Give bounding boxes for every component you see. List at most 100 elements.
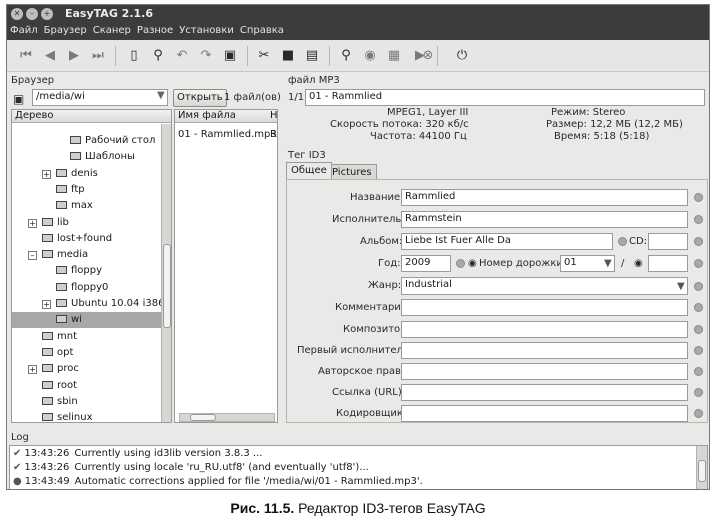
tree-item[interactable]: mnt: [12, 329, 161, 345]
tree-item[interactable]: lost+found: [12, 231, 161, 247]
menu-browser[interactable]: Браузер: [41, 23, 90, 36]
previous-file-icon[interactable]: ◀: [41, 47, 59, 65]
track-total-radio-icon[interactable]: ◉: [634, 258, 643, 269]
tree-item[interactable]: ftp: [12, 182, 161, 198]
tree-item[interactable]: selinux: [12, 410, 161, 422]
genre-select[interactable]: Industrial: [401, 277, 688, 295]
album-input[interactable]: Liebe Ist Fuer Alle Da: [401, 233, 613, 250]
tree-item[interactable]: Рабочий стол: [12, 133, 161, 149]
apply-genre-button[interactable]: [694, 282, 703, 291]
undo-icon[interactable]: ↶: [173, 47, 191, 65]
tree-item[interactable]: + Ubuntu 10.04 i386: [12, 296, 164, 312]
year-input[interactable]: 2009: [401, 255, 451, 272]
next-file-icon[interactable]: ▶: [65, 47, 83, 65]
expand-icon[interactable]: +: [28, 365, 37, 375]
tab-pictures[interactable]: Pictures: [327, 164, 377, 179]
home-folder-icon[interactable]: ▣: [13, 92, 24, 106]
apply-orig-artist-button[interactable]: [694, 346, 703, 355]
track-dropdown-icon[interactable]: ▼: [604, 258, 612, 269]
apply-cd-button[interactable]: [694, 237, 703, 246]
scan-icon[interactable]: ▯: [125, 47, 143, 65]
maximize-window-icon[interactable]: +: [41, 8, 53, 20]
log-panel[interactable]: ✔ 13:43:26 Currently using id3lib version …: [9, 445, 708, 489]
expand-icon[interactable]: +: [28, 218, 37, 228]
redo-icon[interactable]: ↷: [197, 47, 215, 65]
menu-help[interactable]: Справка: [237, 23, 287, 36]
title-input[interactable]: Rammlied: [401, 189, 688, 206]
menu-file[interactable]: Файл: [7, 23, 41, 36]
file-list[interactable]: Имя файла Н 01 - Rammlied.mp3 R: [174, 109, 278, 423]
tree-item[interactable]: wi: [12, 312, 161, 329]
tree-item[interactable]: + proc: [12, 361, 161, 377]
expand-icon[interactable]: +: [42, 169, 51, 179]
file-list-item[interactable]: 01 - Rammlied.mp3 R: [178, 127, 277, 143]
apply-copyright-button[interactable]: [694, 367, 703, 376]
cd-input[interactable]: [648, 233, 688, 250]
tree-item[interactable]: opt: [12, 345, 161, 361]
tree-scroll-thumb[interactable]: [163, 244, 171, 328]
tree-item[interactable]: sbin: [12, 394, 161, 410]
last-file-icon[interactable]: ⏭: [89, 47, 107, 65]
filename-input[interactable]: 01 - Rammlied: [305, 89, 705, 106]
playlist-icon[interactable]: ▦: [385, 47, 403, 65]
genre-dropdown-icon[interactable]: ▼: [677, 281, 685, 292]
tab-general[interactable]: Общее: [286, 162, 332, 179]
list-icon[interactable]: ▤: [303, 47, 321, 65]
tree-item[interactable]: + lib: [12, 215, 161, 231]
comment-input[interactable]: [401, 299, 688, 316]
close-window-icon[interactable]: ✕: [11, 8, 23, 20]
apply-title-button[interactable]: [694, 193, 703, 202]
track-total-input[interactable]: [648, 255, 688, 272]
cddb-icon[interactable]: ◉: [361, 47, 379, 65]
save-icon[interactable]: ▣: [221, 47, 239, 65]
apply-composer-button[interactable]: [694, 325, 703, 334]
track-radio-icon[interactable]: ◉: [468, 258, 477, 269]
path-dropdown-icon[interactable]: ▼: [157, 90, 165, 101]
directory-tree[interactable]: Дерево Рабочий стол Шаблоны + denis ftp max + l…: [11, 109, 172, 423]
artist-input[interactable]: Rammstein: [401, 211, 688, 228]
track-label: Номер дорожки:: [479, 258, 567, 269]
menu-settings[interactable]: Установки: [176, 23, 237, 36]
stop-icon[interactable]: ⊗: [419, 47, 437, 65]
menu-scanner[interactable]: Сканер: [90, 23, 134, 36]
select-all-icon[interactable]: ■: [279, 47, 297, 65]
tree-scrollbar[interactable]: [161, 124, 171, 422]
apply-artist-button[interactable]: [694, 215, 703, 224]
tree-item[interactable]: Шаблоны: [12, 149, 161, 165]
apply-track-button[interactable]: [694, 259, 703, 268]
composer-input[interactable]: [401, 321, 688, 338]
tree-item[interactable]: floppy: [12, 263, 161, 279]
log-scroll-thumb[interactable]: [698, 460, 706, 482]
copyright-input[interactable]: [401, 363, 688, 380]
open-button[interactable]: Открыть: [173, 89, 227, 107]
apply-comment-button[interactable]: [694, 303, 703, 312]
file-list-hscroll-thumb[interactable]: [190, 414, 216, 421]
log-scrollbar[interactable]: [696, 446, 707, 489]
minimize-window-icon[interactable]: –: [26, 8, 38, 20]
browser-path-input[interactable]: /media/wi: [32, 89, 168, 106]
tree-item[interactable]: – media: [12, 247, 161, 263]
broom-icon[interactable]: ⚲: [149, 47, 167, 65]
tree-item[interactable]: floppy0: [12, 280, 161, 296]
search-icon[interactable]: ⚲: [337, 47, 355, 65]
orig-artist-input[interactable]: [401, 342, 688, 359]
apply-year-button[interactable]: [456, 259, 465, 268]
second-column-header[interactable]: Н: [267, 110, 277, 123]
tree-item[interactable]: max: [12, 198, 161, 214]
apply-album-button[interactable]: [618, 237, 627, 246]
file-list-hscrollbar[interactable]: [179, 413, 275, 422]
first-file-icon[interactable]: ⏮: [17, 47, 35, 65]
apply-encoder-button[interactable]: [694, 409, 703, 418]
expand-icon[interactable]: +: [42, 300, 51, 309]
cut-icon[interactable]: ✂: [255, 47, 273, 65]
encoder-input[interactable]: [401, 405, 688, 422]
url-input[interactable]: [401, 384, 688, 401]
menu-misc[interactable]: Разное: [134, 23, 176, 36]
tree-item[interactable]: + denis: [12, 166, 161, 182]
tree-column-header[interactable]: Дерево: [12, 110, 171, 123]
filename-column-header[interactable]: Имя файла: [175, 110, 267, 123]
tree-item[interactable]: root: [12, 378, 161, 394]
apply-url-button[interactable]: [694, 388, 703, 397]
quit-icon[interactable]: ⏻: [453, 47, 471, 65]
collapse-icon[interactable]: –: [28, 251, 37, 261]
